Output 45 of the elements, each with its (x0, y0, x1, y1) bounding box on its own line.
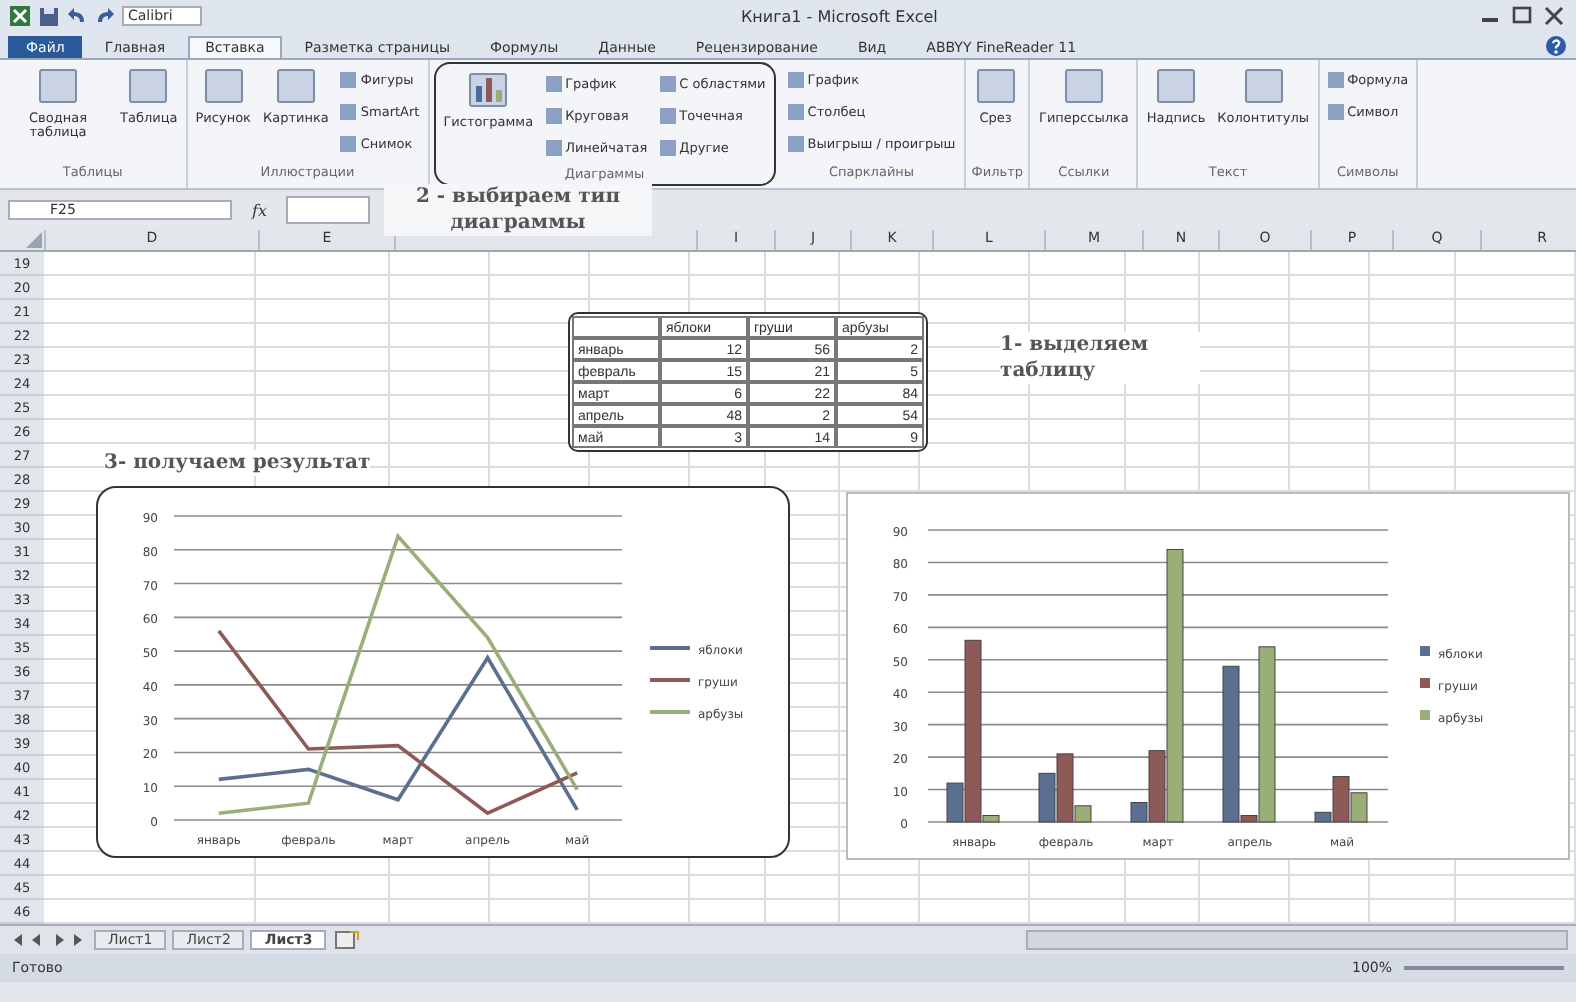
save-icon[interactable] (38, 5, 60, 27)
annotation-text: 1- выделяем таблицу (1000, 332, 1200, 384)
square-icon (340, 71, 357, 87)
new-sheet-icon[interactable] (332, 930, 361, 950)
window-title: Книга1 - Microsoft Excel (738, 7, 940, 25)
document-icon (973, 64, 1018, 108)
annotation-text: 2 - выбираем тип диаграммы (384, 184, 652, 236)
excel-logo-icon[interactable] (8, 4, 32, 28)
legend-swatch (1420, 678, 1430, 688)
legend-swatch (1420, 646, 1430, 656)
formula-field[interactable] (286, 196, 371, 224)
document-icon (126, 64, 171, 108)
square-icon (545, 139, 562, 155)
horizontal-scrollbar[interactable] (1026, 930, 1568, 950)
square-icon (1327, 103, 1344, 119)
bar-chart-icon (466, 68, 511, 112)
square-icon (659, 75, 676, 91)
annotation-text: 3- получаем результат (104, 450, 371, 476)
square-icon (545, 75, 562, 91)
redo-icon[interactable] (94, 5, 116, 27)
help-icon[interactable] (1544, 34, 1568, 58)
square-icon (340, 135, 357, 151)
undo-icon[interactable] (66, 5, 88, 27)
insert-function-button[interactable]: fx (240, 201, 279, 219)
maximize-icon[interactable] (1508, 6, 1536, 26)
square-icon (545, 107, 562, 123)
legend-line (650, 646, 690, 650)
square-icon (787, 103, 804, 119)
legend-line (650, 678, 690, 682)
document-icon (1061, 64, 1106, 108)
document-icon (273, 64, 318, 108)
document-icon (201, 64, 246, 108)
legend-line (650, 710, 690, 714)
table-cell (572, 316, 660, 338)
square-icon (659, 139, 676, 155)
square-icon (340, 103, 357, 119)
document-icon (36, 64, 80, 108)
square-icon (1327, 71, 1344, 87)
square-icon (659, 107, 676, 123)
close-icon[interactable] (1540, 6, 1568, 26)
document-icon (1154, 64, 1199, 108)
legend-swatch (1420, 710, 1430, 720)
square-icon (787, 71, 804, 87)
document-icon (1241, 64, 1286, 108)
square-icon (787, 135, 804, 151)
